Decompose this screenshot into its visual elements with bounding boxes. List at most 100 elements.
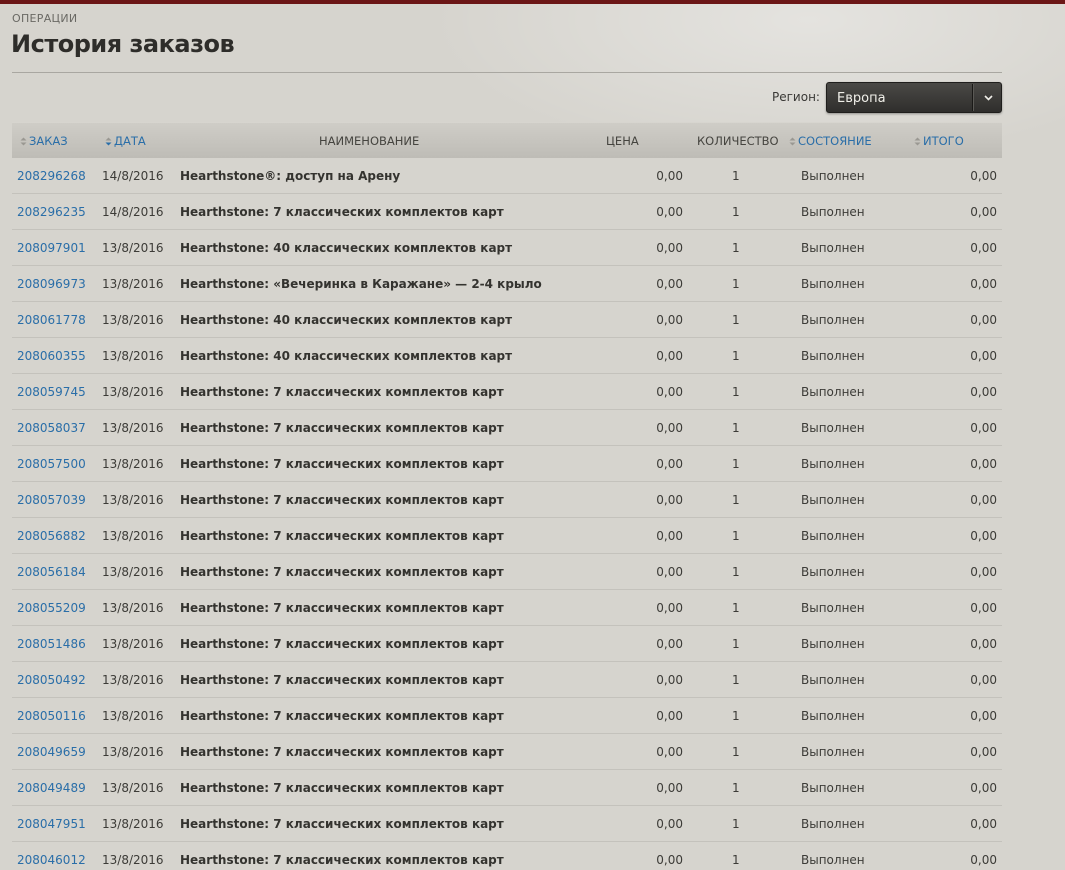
order-date: 13/8/2016 — [102, 385, 164, 399]
order-link[interactable]: 208047951 — [17, 817, 86, 831]
order-price: 0,00 — [656, 673, 683, 687]
table-row: 208049659 13/8/2016 Hearthstone: 7 классич… — [12, 734, 1002, 770]
table-row: 208050116 13/8/2016 Hearthstone: 7 классич… — [12, 698, 1002, 734]
order-link[interactable]: 208055209 — [17, 601, 86, 615]
order-quantity: 1 — [732, 457, 740, 471]
order-status: Выполнен — [801, 169, 865, 183]
order-quantity: 1 — [732, 421, 740, 435]
order-link[interactable]: 208097901 — [17, 241, 86, 255]
order-link[interactable]: 208050492 — [17, 673, 86, 687]
order-link[interactable]: 208049659 — [17, 745, 86, 759]
order-date: 14/8/2016 — [102, 169, 164, 183]
column-header-status[interactable]: СОСТОЯНИЕ — [789, 134, 872, 148]
order-total: 0,00 — [970, 673, 997, 687]
table-row: 208097901 13/8/2016 Hearthstone: 40 класси… — [12, 230, 1002, 266]
table-row: 208049489 13/8/2016 Hearthstone: 7 классич… — [12, 770, 1002, 806]
order-quantity: 1 — [732, 385, 740, 399]
title-divider — [12, 72, 1002, 73]
product-name: Hearthstone: 7 классических комплектов к… — [180, 673, 504, 687]
order-price: 0,00 — [656, 781, 683, 795]
product-name: Hearthstone: «Вечеринка в Каражане» — 2-… — [180, 277, 542, 291]
order-status: Выполнен — [801, 205, 865, 219]
order-quantity: 1 — [732, 601, 740, 615]
order-link[interactable]: 208051486 — [17, 637, 86, 651]
region-label: Регион: — [772, 90, 820, 104]
order-date: 13/8/2016 — [102, 637, 164, 651]
product-name: Hearthstone®: доступ на Арену — [180, 169, 401, 183]
order-total: 0,00 — [970, 565, 997, 579]
order-link[interactable]: 208059745 — [17, 385, 86, 399]
table-row: 208056184 13/8/2016 Hearthstone: 7 классич… — [12, 554, 1002, 590]
sort-arrows-icon — [789, 137, 796, 146]
table-row: 208296268 14/8/2016 Hearthstone®: доступ н… — [12, 158, 1002, 194]
column-header-date[interactable]: ДАТА — [105, 134, 146, 148]
order-date: 13/8/2016 — [102, 817, 164, 831]
product-name: Hearthstone: 7 классических комплектов к… — [180, 853, 504, 867]
order-price: 0,00 — [656, 205, 683, 219]
order-price: 0,00 — [656, 709, 683, 723]
order-quantity: 1 — [732, 565, 740, 579]
order-total: 0,00 — [970, 853, 997, 867]
order-status: Выполнен — [801, 529, 865, 543]
product-name: Hearthstone: 7 классических комплектов к… — [180, 529, 504, 543]
order-quantity: 1 — [732, 205, 740, 219]
order-link[interactable]: 208060355 — [17, 349, 86, 363]
order-price: 0,00 — [656, 241, 683, 255]
order-date: 13/8/2016 — [102, 493, 164, 507]
product-name: Hearthstone: 7 классических комплектов к… — [180, 421, 504, 435]
product-name: Hearthstone: 7 классических комплектов к… — [180, 205, 504, 219]
chevron-down-icon[interactable] — [977, 89, 999, 107]
order-total: 0,00 — [970, 241, 997, 255]
order-total: 0,00 — [970, 637, 997, 651]
table-row: 208047951 13/8/2016 Hearthstone: 7 классич… — [12, 806, 1002, 842]
order-link[interactable]: 208296268 — [17, 169, 86, 183]
order-price: 0,00 — [656, 457, 683, 471]
product-name: Hearthstone: 7 классических комплектов к… — [180, 637, 504, 651]
order-status: Выполнен — [801, 709, 865, 723]
column-header-total[interactable]: ИТОГО — [914, 134, 964, 148]
order-link[interactable]: 208056882 — [17, 529, 86, 543]
order-quantity: 1 — [732, 313, 740, 327]
order-link[interactable]: 208096973 — [17, 277, 86, 291]
order-date: 13/8/2016 — [102, 601, 164, 615]
table-row: 208056882 13/8/2016 Hearthstone: 7 классич… — [12, 518, 1002, 554]
order-link[interactable]: 208050116 — [17, 709, 86, 723]
order-total: 0,00 — [970, 529, 997, 543]
order-total: 0,00 — [970, 493, 997, 507]
order-total: 0,00 — [970, 349, 997, 363]
table-body: 208296268 14/8/2016 Hearthstone®: доступ н… — [12, 158, 1002, 870]
order-status: Выполнен — [801, 637, 865, 651]
order-link[interactable]: 208057500 — [17, 457, 86, 471]
table-row: 208057039 13/8/2016 Hearthstone: 7 классич… — [12, 482, 1002, 518]
order-date: 13/8/2016 — [102, 421, 164, 435]
order-link[interactable]: 208057039 — [17, 493, 86, 507]
product-name: Hearthstone: 7 классических комплектов к… — [180, 817, 504, 831]
order-quantity: 1 — [732, 817, 740, 831]
order-total: 0,00 — [970, 169, 997, 183]
order-status: Выполнен — [801, 781, 865, 795]
column-header-order[interactable]: ЗАКАЗ — [20, 134, 68, 148]
table-row: 208051486 13/8/2016 Hearthstone: 7 классич… — [12, 626, 1002, 662]
order-link[interactable]: 208061778 — [17, 313, 86, 327]
order-status: Выполнен — [801, 817, 865, 831]
order-price: 0,00 — [656, 565, 683, 579]
column-header-price: ЦЕНА — [606, 134, 639, 148]
order-link[interactable]: 208046012 — [17, 853, 86, 867]
region-select-divider — [972, 84, 973, 111]
order-link[interactable]: 208296235 — [17, 205, 86, 219]
order-link[interactable]: 208049489 — [17, 781, 86, 795]
order-price: 0,00 — [656, 601, 683, 615]
order-price: 0,00 — [656, 385, 683, 399]
order-status: Выполнен — [801, 421, 865, 435]
product-name: Hearthstone: 7 классических комплектов к… — [180, 457, 504, 471]
column-label-status: СОСТОЯНИЕ — [798, 134, 872, 148]
top-strip — [0, 0, 1065, 4]
breadcrumb[interactable]: ОПЕРАЦИИ — [12, 12, 77, 25]
table-row: 208055209 13/8/2016 Hearthstone: 7 классич… — [12, 590, 1002, 626]
region-select[interactable]: Европа — [826, 82, 1002, 113]
order-price: 0,00 — [656, 637, 683, 651]
order-link[interactable]: 208056184 — [17, 565, 86, 579]
column-header-qty: КОЛИЧЕСТВО — [697, 134, 779, 148]
order-date: 13/8/2016 — [102, 781, 164, 795]
order-link[interactable]: 208058037 — [17, 421, 86, 435]
